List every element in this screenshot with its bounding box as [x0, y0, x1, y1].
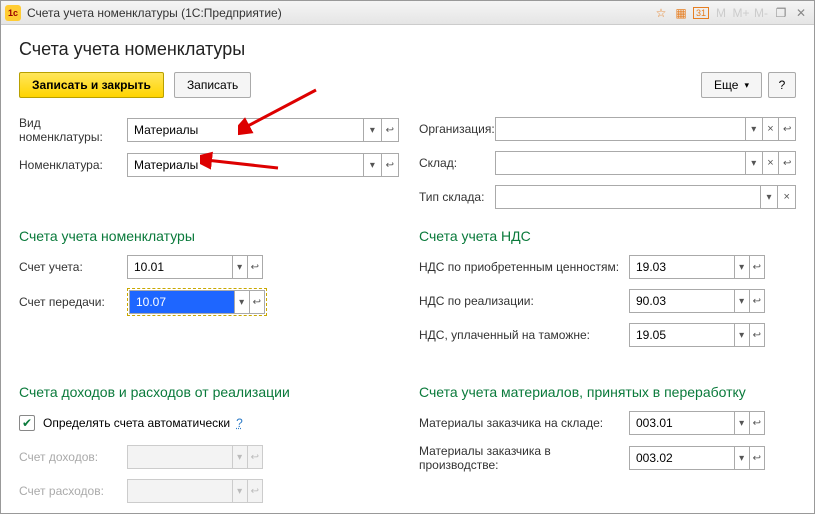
window-title: Счета учета номенклатуры (1С:Предприятие… [27, 6, 652, 20]
nomenclature-type-input[interactable] [128, 119, 363, 141]
organization-label: Организация: [419, 122, 495, 136]
page-title: Счета учета номенклатуры [19, 39, 796, 60]
nds-sales-input[interactable] [630, 290, 734, 312]
income-account-field: ▾ ↩ [127, 445, 263, 469]
materials-prod-input[interactable] [630, 447, 734, 469]
materials-stock-label: Материалы заказчика на складе: [419, 416, 629, 430]
close-icon[interactable]: ✕ [792, 4, 810, 22]
focus-indicator: ▾ ↩ [127, 288, 267, 316]
nds-customs-input[interactable] [630, 324, 734, 346]
clear-icon[interactable]: × [762, 152, 779, 174]
materials-prod-label: Материалы заказчика в производстве: [419, 444, 629, 472]
expense-account-input [128, 480, 232, 502]
organization-input[interactable] [496, 118, 745, 140]
open-icon[interactable]: ↩ [749, 290, 764, 312]
nds-customs-field[interactable]: ▾ ↩ [629, 323, 765, 347]
nomenclature-input[interactable] [128, 154, 363, 176]
warehouse-type-field[interactable]: ▾ × [495, 185, 796, 209]
transfer-input[interactable] [130, 291, 234, 313]
save-close-button[interactable]: Записать и закрыть [19, 72, 164, 98]
dropdown-icon: ▾ [232, 446, 247, 468]
dropdown-icon[interactable]: ▾ [363, 154, 380, 176]
expense-account-label: Счет расходов: [19, 484, 127, 498]
warehouse-label: Склад: [419, 156, 495, 170]
nomenclature-type-field[interactable]: ▾ ↩ [127, 118, 399, 142]
materials-prod-field[interactable]: ▾ ↩ [629, 446, 765, 470]
dropdown-icon[interactable]: ▾ [745, 118, 762, 140]
dropdown-icon: ▾ [232, 480, 247, 502]
more-button[interactable]: Еще [701, 72, 762, 98]
open-icon[interactable]: ↩ [778, 118, 795, 140]
open-icon[interactable]: ↩ [749, 324, 764, 346]
warehouse-input[interactable] [496, 152, 745, 174]
dropdown-icon[interactable]: ▾ [734, 324, 749, 346]
calculator-icon[interactable]: ▦ [672, 4, 690, 22]
materials-section-title: Счета учета материалов, принятых в перер… [419, 384, 796, 400]
open-icon[interactable]: ↩ [381, 154, 398, 176]
nds-customs-label: НДС, уплаченный на таможне: [419, 328, 629, 342]
expense-account-field: ▾ ↩ [127, 479, 263, 503]
dropdown-icon[interactable]: ▾ [234, 291, 249, 313]
dropdown-icon[interactable]: ▾ [734, 290, 749, 312]
help-button[interactable]: ? [768, 72, 796, 98]
open-icon[interactable]: ↩ [749, 447, 764, 469]
nomenclature-field[interactable]: ▾ ↩ [127, 153, 399, 177]
warehouse-type-label: Тип склада: [419, 190, 495, 204]
open-icon: ↩ [247, 480, 262, 502]
clear-icon[interactable]: × [762, 118, 779, 140]
income-account-label: Счет доходов: [19, 450, 127, 464]
auto-accounts-hint-icon[interactable]: ? [236, 416, 243, 430]
dropdown-icon[interactable]: ▾ [734, 447, 749, 469]
dropdown-icon[interactable]: ▾ [232, 256, 247, 278]
content: Счета учета номенклатуры Записать и закр… [1, 25, 814, 526]
dropdown-icon[interactable]: ▾ [363, 119, 380, 141]
m-minus-icon: M- [752, 4, 770, 22]
account-field[interactable]: ▾ ↩ [127, 255, 263, 279]
titlebar: 1c Счета учета номенклатуры (1С:Предприя… [1, 1, 814, 25]
m-icon: M [712, 4, 730, 22]
toolbar: Записать и закрыть Записать Еще ? [19, 72, 796, 98]
account-label: Счет учета: [19, 260, 127, 274]
open-icon[interactable]: ↩ [381, 119, 398, 141]
m-plus-icon: M+ [732, 4, 750, 22]
restore-icon[interactable]: ❐ [772, 4, 790, 22]
warehouse-field[interactable]: ▾ × ↩ [495, 151, 796, 175]
account-input[interactable] [128, 256, 232, 278]
transfer-label: Счет передачи: [19, 295, 127, 309]
dropdown-icon: ▾ [734, 412, 749, 434]
open-icon[interactable]: ↩ [247, 256, 262, 278]
warehouse-type-input[interactable] [496, 186, 760, 208]
open-icon[interactable]: ↩ [778, 152, 795, 174]
income-account-input [128, 446, 232, 468]
open-icon[interactable]: ↩ [249, 291, 264, 313]
favorite-icon[interactable]: ☆ [652, 4, 670, 22]
nds-section-title: Счета учета НДС [419, 228, 796, 244]
open-icon[interactable]: ↩ [749, 256, 764, 278]
open-icon[interactable]: ↩ [749, 412, 764, 434]
organization-field[interactable]: ▾ × ↩ [495, 117, 796, 141]
nds-sales-label: НДС по реализации: [419, 294, 629, 308]
income-section-title: Счета доходов и расходов от реализации [19, 384, 399, 400]
auto-accounts-label: Определять счета автоматически [43, 416, 230, 430]
nds-sales-field[interactable]: ▾ ↩ [629, 289, 765, 313]
materials-stock-field[interactable]: ▾ ↩ [629, 411, 765, 435]
dropdown-icon[interactable]: ▾ [760, 186, 778, 208]
clear-icon[interactable]: × [777, 186, 795, 208]
transfer-field[interactable]: ▾ ↩ [129, 290, 265, 314]
nds-purchased-label: НДС по приобретенным ценностям: [419, 260, 629, 274]
window: 1c Счета учета номенклатуры (1С:Предприя… [0, 0, 815, 514]
save-button[interactable]: Записать [174, 72, 251, 98]
dropdown-icon[interactable]: ▾ [745, 152, 762, 174]
auto-accounts-checkbox[interactable]: ✔ [19, 415, 35, 431]
materials-stock-input[interactable] [630, 412, 734, 434]
nds-purchased-field[interactable]: ▾ ↩ [629, 255, 765, 279]
dropdown-icon[interactable]: ▾ [734, 256, 749, 278]
nomenclature-label: Номенклатура: [19, 158, 127, 172]
calendar-icon[interactable]: 31 [692, 4, 710, 22]
open-icon: ↩ [247, 446, 262, 468]
nomenclature-type-label: Вид номенклатуры: [19, 116, 127, 144]
accounts-section-title: Счета учета номенклатуры [19, 228, 399, 244]
app-logo-icon: 1c [5, 5, 21, 21]
nds-purchased-input[interactable] [630, 256, 734, 278]
